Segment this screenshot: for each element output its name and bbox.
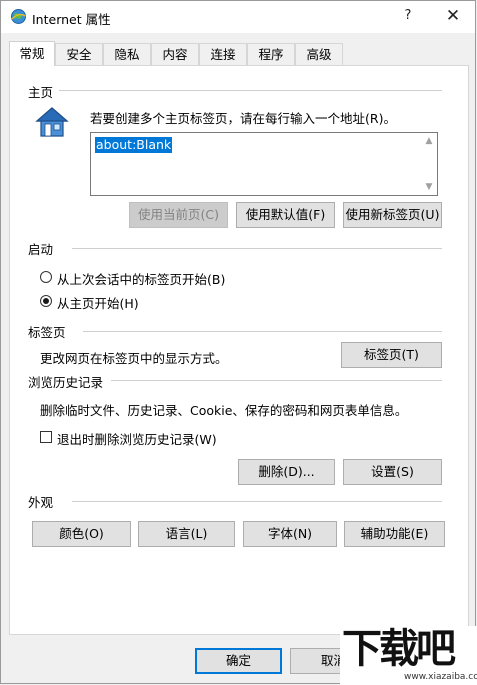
- tab-general[interactable]: 常规: [9, 41, 55, 66]
- appearance-section-label: 外观: [28, 495, 54, 510]
- tab-content[interactable]: 内容: [151, 43, 199, 65]
- use-new-tab-button[interactable]: 使用新标签页(U): [343, 202, 442, 228]
- fonts-button[interactable]: 字体(N): [243, 521, 337, 547]
- history-description: 删除临时文件、历史记录、Cookie、保存的密码和网页表单信息。: [40, 403, 408, 418]
- startup-section-divider: [72, 248, 442, 249]
- home-description: 若要创建多个主页标签页，请在每行输入一个地址(R)。: [90, 111, 396, 126]
- help-button[interactable]: ?: [387, 1, 429, 33]
- radio-home-page[interactable]: [40, 295, 52, 307]
- delete-history-button[interactable]: 删除(D)...: [238, 459, 335, 485]
- ok-button[interactable]: 确定: [195, 648, 282, 674]
- internet-globe-icon: [11, 9, 26, 24]
- tabs-settings-button[interactable]: 标签页(T): [341, 342, 442, 368]
- tabs-description: 更改网页在标签页中的显示方式。: [40, 351, 228, 366]
- tab-connections[interactable]: 连接: [199, 43, 247, 65]
- appearance-section-divider: [72, 501, 442, 502]
- home-house-icon: [35, 107, 69, 137]
- tab-privacy[interactable]: 隐私: [103, 43, 151, 65]
- scroll-up-icon[interactable]: ▲: [424, 136, 434, 146]
- title-bar: Internet 属性 ? ✕: [1, 1, 475, 33]
- use-default-button[interactable]: 使用默认值(F): [236, 202, 335, 228]
- scroll-down-icon[interactable]: ▼: [424, 182, 434, 192]
- window-title: Internet 属性: [32, 12, 111, 27]
- delete-on-exit-label[interactable]: 退出时删除浏览历史记录(W): [57, 429, 217, 448]
- startup-section-label: 启动: [28, 242, 54, 257]
- delete-on-exit-checkbox[interactable]: [40, 431, 52, 443]
- radio-last-session-label[interactable]: 从上次会话中的标签页开始(B): [57, 269, 225, 288]
- home-section-divider: [59, 90, 442, 91]
- watermark-url: www.xiazaiba.com: [404, 672, 477, 682]
- languages-button[interactable]: 语言(L): [138, 521, 235, 547]
- radio-home-page-label[interactable]: 从主页开始(H): [57, 293, 139, 312]
- watermark-logo: 下载吧: [342, 626, 456, 672]
- tab-advanced[interactable]: 高级: [295, 43, 343, 65]
- site-watermark: 下载吧 www.xiazaiba.com: [340, 626, 477, 685]
- home-page-value: about:Blank: [95, 137, 173, 153]
- tabs-section-divider: [83, 331, 442, 332]
- colors-button[interactable]: 颜色(O): [32, 521, 131, 547]
- close-button[interactable]: ✕: [432, 1, 474, 33]
- accessibility-button[interactable]: 辅助功能(E): [344, 521, 445, 547]
- history-section-divider: [111, 380, 442, 381]
- history-section-label: 浏览历史记录: [28, 375, 104, 390]
- internet-options-window: Internet 属性 ? ✕ 常规 安全 隐私 内容 连接 程序 高级 主页 …: [0, 0, 476, 684]
- use-current-button[interactable]: 使用当前页(C): [129, 202, 228, 228]
- tabs-section-label: 标签页: [28, 325, 66, 340]
- tab-programs[interactable]: 程序: [247, 43, 295, 65]
- home-section-label: 主页: [28, 85, 54, 100]
- radio-last-session[interactable]: [40, 271, 52, 283]
- home-page-textarea[interactable]: about:Blank ▲ ▼: [90, 132, 438, 196]
- history-settings-button[interactable]: 设置(S): [343, 459, 442, 485]
- home-textarea-scrollbar[interactable]: ▲ ▼: [421, 133, 437, 195]
- tab-security[interactable]: 安全: [55, 43, 103, 65]
